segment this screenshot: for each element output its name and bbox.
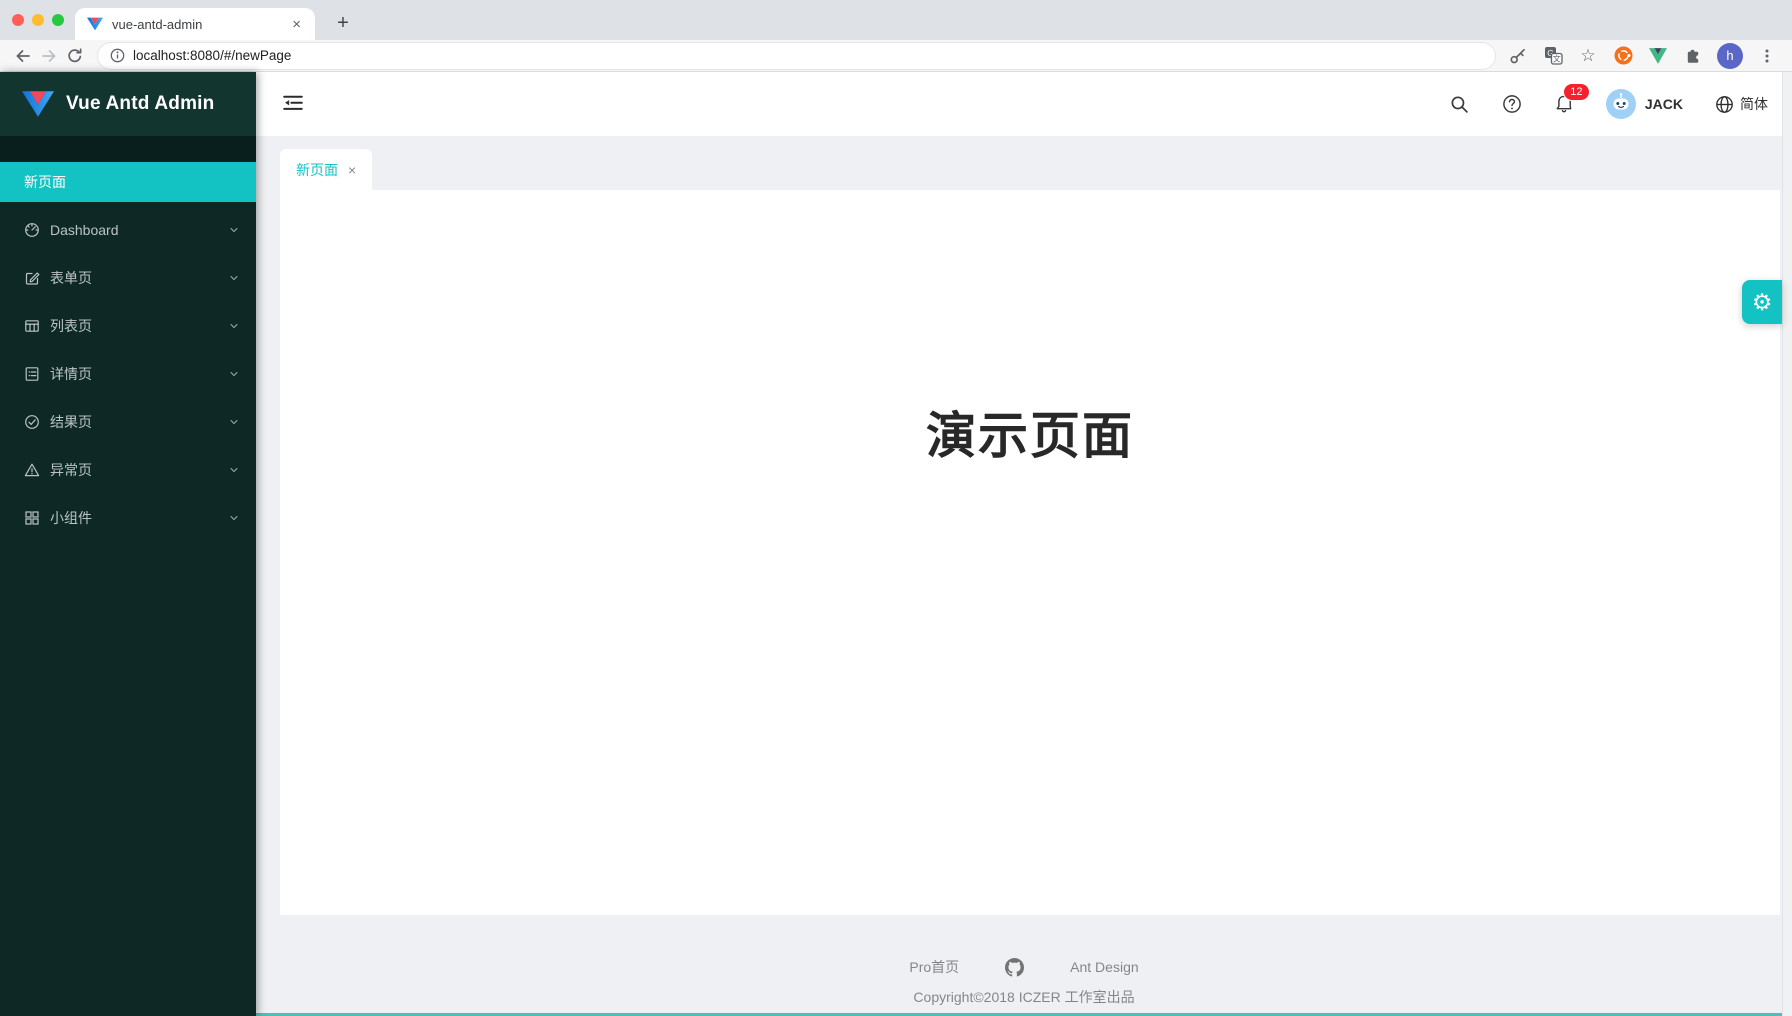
content-card: 演示页面 bbox=[280, 190, 1780, 915]
chevron-down-icon bbox=[228, 464, 240, 476]
page-title: 演示页面 bbox=[280, 190, 1780, 468]
globe-icon bbox=[1715, 95, 1734, 114]
check-circle-icon bbox=[24, 414, 40, 430]
menu-fold-icon[interactable] bbox=[282, 94, 304, 114]
sidebar-item-list-page[interactable]: 列表页 bbox=[0, 306, 256, 346]
github-icon[interactable] bbox=[1005, 958, 1024, 977]
sidebar: Vue Antd Admin 新页面 Dashboard 表单页 bbox=[0, 72, 256, 1016]
page-tab-label: 新页面 bbox=[296, 160, 338, 180]
footer-link-pro[interactable]: Pro首页 bbox=[909, 957, 959, 977]
site-info-icon[interactable] bbox=[110, 48, 125, 63]
table-icon bbox=[24, 318, 40, 334]
language-switcher[interactable]: 简体 bbox=[1715, 94, 1768, 114]
help-question-icon[interactable] bbox=[1502, 94, 1522, 114]
sidebar-item-label: 结果页 bbox=[50, 412, 228, 432]
sidebar-item-label: 小组件 bbox=[50, 508, 228, 528]
user-menu[interactable]: JACK bbox=[1606, 89, 1683, 119]
browser-menu-icon[interactable] bbox=[1756, 45, 1778, 67]
copyright-text: Copyright©2018 ICZER 工作室出品 bbox=[256, 987, 1792, 1007]
profile-icon bbox=[24, 366, 40, 382]
extension-orange-icon[interactable] bbox=[1612, 45, 1634, 67]
window-minimize-button[interactable] bbox=[32, 14, 44, 26]
header-actions: 12 JACK 简体 bbox=[1450, 89, 1768, 119]
back-button[interactable] bbox=[10, 43, 36, 69]
vue-logo-icon bbox=[22, 90, 54, 118]
new-tab-button[interactable]: + bbox=[328, 8, 358, 38]
form-icon bbox=[24, 270, 40, 286]
footer-link-ant-design[interactable]: Ant Design bbox=[1070, 959, 1138, 975]
svg-text:文: 文 bbox=[1552, 54, 1560, 64]
sidebar-item-label: 新页面 bbox=[24, 172, 240, 192]
vue-devtools-icon[interactable] bbox=[1647, 45, 1669, 67]
sidebar-item-form-page[interactable]: 表单页 bbox=[0, 258, 256, 298]
gear-icon: ⚙ bbox=[1752, 291, 1773, 314]
sidebar-item-label: 列表页 bbox=[50, 316, 228, 336]
browser-tabstrip: vue-antd-admin × + bbox=[0, 0, 1792, 40]
reload-button[interactable] bbox=[62, 43, 88, 69]
translate-icon[interactable]: G 文 bbox=[1542, 45, 1564, 67]
sidebar-item-label: 详情页 bbox=[50, 364, 228, 384]
browser-profile-avatar[interactable]: h bbox=[1717, 43, 1743, 69]
browser-chrome: vue-antd-admin × + localhost:8080/#/newP… bbox=[0, 0, 1792, 72]
notification-badge: 12 bbox=[1563, 83, 1590, 101]
extensions-puzzle-icon[interactable] bbox=[1682, 45, 1704, 67]
user-avatar bbox=[1606, 89, 1636, 119]
search-icon[interactable] bbox=[1450, 94, 1470, 114]
forward-button[interactable] bbox=[36, 43, 62, 69]
chevron-down-icon bbox=[228, 512, 240, 524]
vue-favicon-icon bbox=[87, 17, 103, 31]
main-area: 12 JACK 简体 新页面 × bbox=[256, 72, 1792, 1016]
block-icon bbox=[24, 510, 40, 526]
window-zoom-button[interactable] bbox=[52, 14, 64, 26]
sidebar-item-label: Dashboard bbox=[50, 222, 228, 238]
browser-action-icons: G 文 ☆ h bbox=[1503, 43, 1782, 69]
sidebar-item-exception-page[interactable]: 异常页 bbox=[0, 450, 256, 490]
page-tabbar: 新页面 × bbox=[256, 136, 1792, 190]
app-logo[interactable]: Vue Antd Admin bbox=[0, 72, 256, 136]
browser-toolbar: localhost:8080/#/newPage G 文 ☆ bbox=[0, 40, 1792, 72]
browser-tab-close-icon[interactable]: × bbox=[288, 15, 305, 34]
sidebar-item-label: 表单页 bbox=[50, 268, 228, 288]
sidebar-logo-shadow bbox=[0, 136, 256, 162]
page-tab-active[interactable]: 新页面 × bbox=[280, 149, 372, 190]
dashboard-icon bbox=[24, 222, 40, 238]
window-controls bbox=[12, 0, 64, 40]
sidebar-item-label: 异常页 bbox=[50, 460, 228, 480]
bookmark-star-icon[interactable]: ☆ bbox=[1577, 45, 1599, 67]
footer-links: Pro首页 Ant Design bbox=[256, 957, 1792, 977]
warning-icon bbox=[24, 462, 40, 478]
window-close-button[interactable] bbox=[12, 14, 24, 26]
chevron-down-icon bbox=[228, 320, 240, 332]
app-header: 12 JACK 简体 bbox=[256, 72, 1792, 136]
sidebar-item-widgets[interactable]: 小组件 bbox=[0, 498, 256, 538]
sidebar-item-result-page[interactable]: 结果页 bbox=[0, 402, 256, 442]
sidebar-menu: 新页面 Dashboard 表单页 bbox=[0, 162, 256, 538]
chevron-down-icon bbox=[228, 368, 240, 380]
theme-settings-button[interactable]: ⚙ bbox=[1742, 280, 1782, 324]
chevron-down-icon bbox=[228, 272, 240, 284]
scrollbar-track[interactable] bbox=[1782, 72, 1792, 1016]
address-bar[interactable]: localhost:8080/#/newPage bbox=[98, 43, 1495, 69]
username-text: JACK bbox=[1645, 96, 1683, 112]
chevron-down-icon bbox=[228, 416, 240, 428]
page-footer: Pro首页 Ant Design Copyright©2018 ICZER 工作… bbox=[256, 915, 1792, 1007]
browser-tab-title: vue-antd-admin bbox=[112, 17, 288, 32]
sidebar-item-dashboard[interactable]: Dashboard bbox=[0, 210, 256, 250]
sidebar-item-new-page[interactable]: 新页面 bbox=[0, 162, 256, 202]
app-logo-text: Vue Antd Admin bbox=[66, 93, 214, 115]
chevron-down-icon bbox=[228, 224, 240, 236]
notification-bell-icon[interactable]: 12 bbox=[1554, 94, 1574, 114]
url-text: localhost:8080/#/newPage bbox=[133, 48, 291, 63]
sidebar-item-detail-page[interactable]: 详情页 bbox=[0, 354, 256, 394]
page-tab-close-icon[interactable]: × bbox=[348, 162, 356, 178]
password-key-icon[interactable] bbox=[1507, 45, 1529, 67]
app-frame: Vue Antd Admin 新页面 Dashboard 表单页 bbox=[0, 72, 1792, 1016]
language-label: 简体 bbox=[1740, 94, 1768, 114]
browser-tab[interactable]: vue-antd-admin × bbox=[75, 8, 315, 40]
